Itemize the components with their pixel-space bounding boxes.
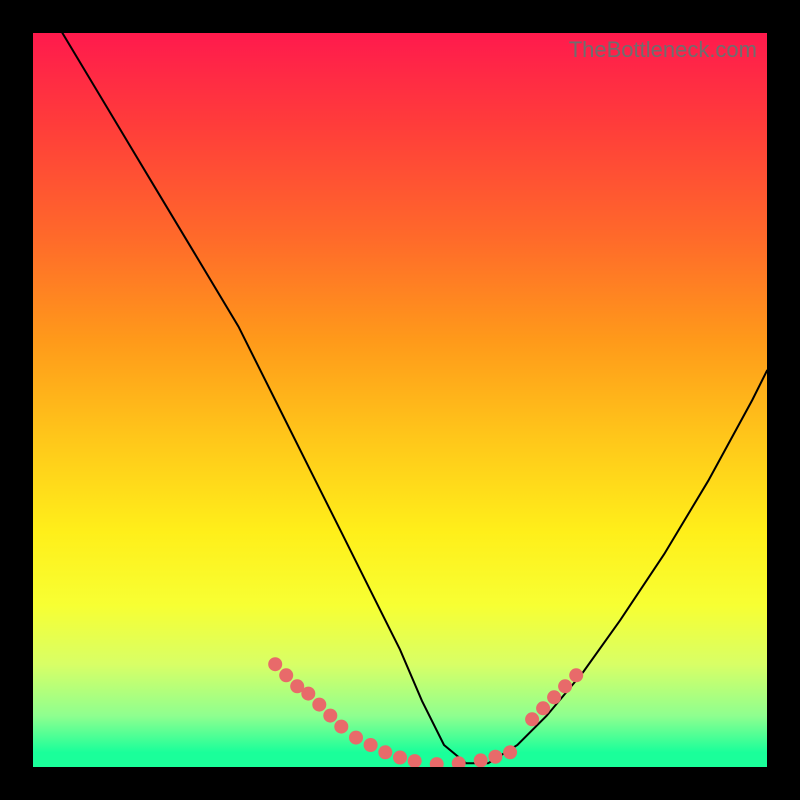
chart-frame: TheBottleneck.com bbox=[0, 0, 800, 800]
highlight-dot bbox=[279, 668, 293, 682]
highlight-dot bbox=[525, 712, 539, 726]
highlight-dot bbox=[408, 754, 422, 767]
highlight-dot bbox=[536, 701, 550, 715]
highlight-dot bbox=[503, 745, 517, 759]
highlight-dot bbox=[558, 679, 572, 693]
highlight-dot bbox=[268, 657, 282, 671]
highlight-dot bbox=[312, 698, 326, 712]
highlight-dot bbox=[349, 731, 363, 745]
highlight-dot bbox=[378, 745, 392, 759]
highlight-dot bbox=[488, 750, 502, 764]
highlight-dot bbox=[364, 738, 378, 752]
chart-plot-area: TheBottleneck.com bbox=[33, 33, 767, 767]
highlight-dot bbox=[430, 757, 444, 767]
highlight-dot bbox=[301, 687, 315, 701]
highlight-dot bbox=[452, 756, 466, 767]
highlight-dot bbox=[393, 751, 407, 765]
highlight-dots-group bbox=[268, 657, 583, 767]
highlight-dot bbox=[474, 753, 488, 767]
highlight-dot bbox=[547, 690, 561, 704]
highlight-dot bbox=[323, 709, 337, 723]
highlight-dot bbox=[569, 668, 583, 682]
curve-svg bbox=[33, 33, 767, 767]
bottleneck-curve bbox=[62, 33, 767, 763]
highlight-dot bbox=[334, 720, 348, 734]
